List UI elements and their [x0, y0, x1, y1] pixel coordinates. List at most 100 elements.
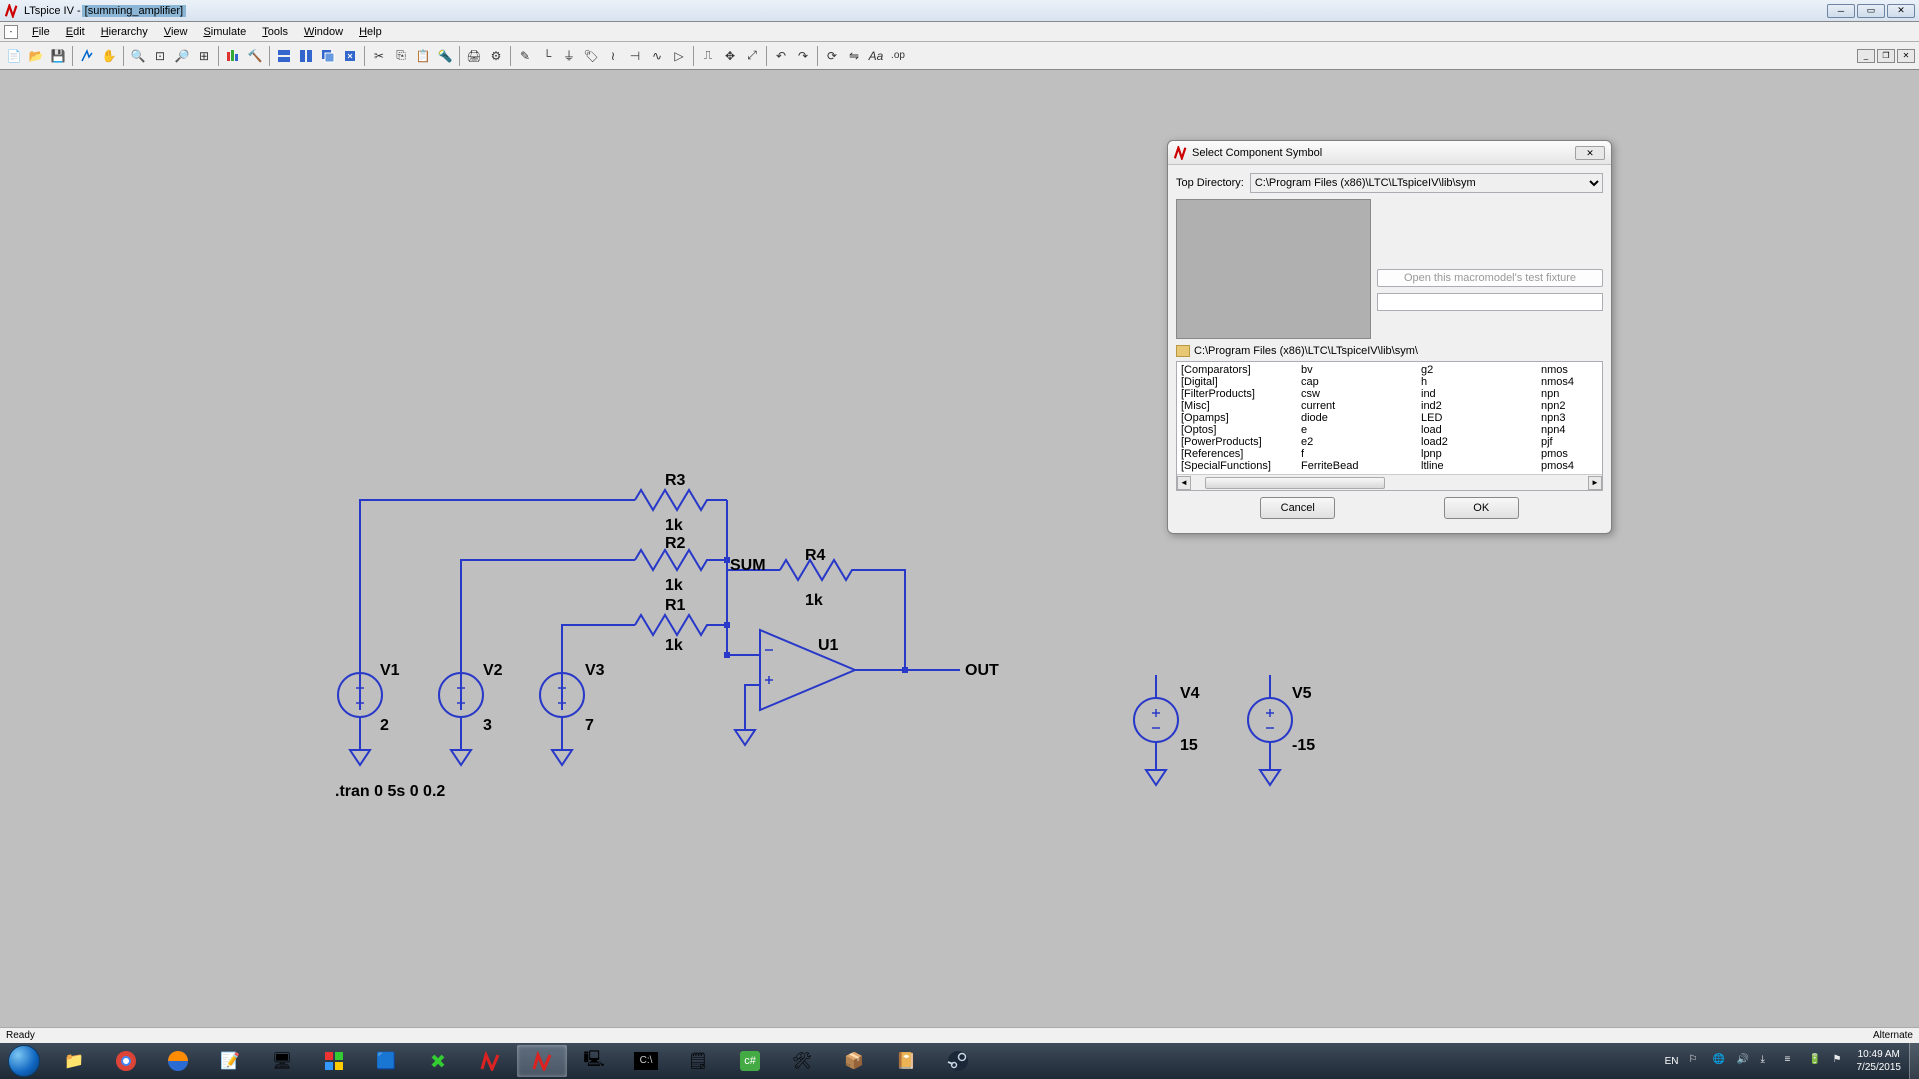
mdi-restore[interactable]: ❐: [1877, 49, 1895, 63]
list-item[interactable]: g2: [1421, 364, 1533, 376]
tool-zoom-out[interactable]: 🔎: [172, 46, 192, 66]
menu-edit[interactable]: Edit: [58, 24, 93, 40]
menu-help[interactable]: Help: [351, 24, 390, 40]
task-notepadpp[interactable]: 📝: [205, 1045, 255, 1077]
tray-bt-icon[interactable]: ≡: [1785, 1054, 1799, 1068]
mdi-menu-icon[interactable]: -: [4, 25, 18, 39]
task-steam[interactable]: [933, 1045, 983, 1077]
tool-netlabel[interactable]: 🏷: [581, 46, 601, 66]
tool-text[interactable]: Aa: [866, 46, 886, 66]
tool-inductor[interactable]: ∿: [647, 46, 667, 66]
list-item[interactable]: f: [1301, 448, 1413, 460]
tool-save[interactable]: 💾: [48, 46, 68, 66]
list-item[interactable]: [FilterProducts]: [1181, 388, 1293, 400]
tool-halt[interactable]: ✋: [99, 46, 119, 66]
tray-action-center-icon[interactable]: ⚐: [1689, 1054, 1703, 1068]
close-button[interactable]: ✕: [1887, 4, 1915, 18]
minimize-button[interactable]: ─: [1827, 4, 1855, 18]
tool-run[interactable]: [77, 46, 97, 66]
list-item[interactable]: cap: [1301, 376, 1413, 388]
task-app-blue[interactable]: 🟦: [361, 1045, 411, 1077]
task-ltspice[interactable]: [517, 1045, 567, 1077]
list-item[interactable]: [Misc]: [1181, 400, 1293, 412]
tool-diode[interactable]: ▷: [669, 46, 689, 66]
task-tiles[interactable]: [309, 1045, 359, 1077]
tool-undo[interactable]: ↶: [771, 46, 791, 66]
task-cmd[interactable]: C:\: [621, 1045, 671, 1077]
show-desktop-button[interactable]: [1909, 1043, 1919, 1079]
tool-print[interactable]: 🖨: [464, 46, 484, 66]
task-csharp[interactable]: c#: [725, 1045, 775, 1077]
tool-print-setup[interactable]: ⚙: [486, 46, 506, 66]
tool-rotate[interactable]: ⟳: [822, 46, 842, 66]
task-sticky[interactable]: 🗒: [673, 1045, 723, 1077]
list-item[interactable]: pjf: [1541, 436, 1602, 448]
tool-zoom-fit[interactable]: ⊞: [194, 46, 214, 66]
task-app-red[interactable]: [465, 1045, 515, 1077]
list-item[interactable]: load: [1421, 424, 1533, 436]
list-item[interactable]: [Comparators]: [1181, 364, 1293, 376]
menu-tools[interactable]: Tools: [254, 24, 296, 40]
task-monitor[interactable]: 🖥: [257, 1045, 307, 1077]
tool-cut[interactable]: ✂: [369, 46, 389, 66]
schematic-canvas[interactable]: R3 1k R2 1k R1 1k R4 1k SUM OUT U1 V1 2 …: [0, 70, 1919, 1029]
list-item[interactable]: [Opamps]: [1181, 412, 1293, 424]
list-item[interactable]: current: [1301, 400, 1413, 412]
tool-close-win[interactable]: [340, 46, 360, 66]
tool-new-file[interactable]: 📄: [4, 46, 24, 66]
list-item[interactable]: e: [1301, 424, 1413, 436]
tool-zoom-in[interactable]: 🔍: [128, 46, 148, 66]
tool-cascade[interactable]: [318, 46, 338, 66]
list-item[interactable]: h: [1421, 376, 1533, 388]
mdi-close[interactable]: ✕: [1897, 49, 1915, 63]
task-explorer[interactable]: 📁: [49, 1045, 99, 1077]
tool-draw-pencil[interactable]: ✎: [515, 46, 535, 66]
cancel-button[interactable]: Cancel: [1260, 497, 1335, 519]
tool-find[interactable]: 🔦: [435, 46, 455, 66]
task-app-green[interactable]: [413, 1045, 463, 1077]
list-item[interactable]: npn: [1541, 388, 1602, 400]
tool-open-file[interactable]: 📂: [26, 46, 46, 66]
tool-component[interactable]: ⎍: [698, 46, 718, 66]
tray-lang[interactable]: EN: [1665, 1056, 1679, 1067]
menu-view[interactable]: View: [156, 24, 196, 40]
list-item[interactable]: npn4: [1541, 424, 1602, 436]
list-item[interactable]: pmos: [1541, 448, 1602, 460]
ok-button[interactable]: OK: [1444, 497, 1519, 519]
menu-hierarchy[interactable]: Hierarchy: [93, 24, 156, 40]
tray-power-icon[interactable]: 🔋: [1809, 1054, 1823, 1068]
list-item[interactable]: [References]: [1181, 448, 1293, 460]
list-item[interactable]: pmos4: [1541, 460, 1602, 472]
list-item[interactable]: [SpecialFunctions]: [1181, 460, 1293, 472]
tray-volume-icon[interactable]: 🔊: [1737, 1054, 1751, 1068]
list-item[interactable]: lpnp: [1421, 448, 1533, 460]
menu-simulate[interactable]: Simulate: [195, 24, 254, 40]
tool-resistor[interactable]: ≀: [603, 46, 623, 66]
tool-copy[interactable]: ⎘: [391, 46, 411, 66]
list-item[interactable]: nmos4: [1541, 376, 1602, 388]
mdi-minimize[interactable]: _: [1857, 49, 1875, 63]
tool-wire[interactable]: └: [537, 46, 557, 66]
task-firefox[interactable]: [153, 1045, 203, 1077]
component-list[interactable]: [Comparators][Digital][FilterProducts][M…: [1176, 361, 1603, 491]
task-box[interactable]: 📦: [829, 1045, 879, 1077]
tool-zoom-pan[interactable]: ⊡: [150, 46, 170, 66]
list-item[interactable]: bv: [1301, 364, 1413, 376]
start-button[interactable]: [0, 1043, 48, 1079]
tool-paste[interactable]: 📋: [413, 46, 433, 66]
task-tools[interactable]: 🛠: [777, 1045, 827, 1077]
list-item[interactable]: diode: [1301, 412, 1413, 424]
list-item[interactable]: [PowerProducts]: [1181, 436, 1293, 448]
list-item[interactable]: ltline: [1421, 460, 1533, 472]
open-test-fixture-button[interactable]: Open this macromodel's test fixture: [1377, 269, 1603, 287]
tool-tile-v[interactable]: [296, 46, 316, 66]
top-directory-select[interactable]: C:\Program Files (x86)\LTC\LTspiceIV\lib…: [1250, 173, 1603, 193]
task-chrome[interactable]: [101, 1045, 151, 1077]
tool-capacitor[interactable]: ⊣: [625, 46, 645, 66]
list-item[interactable]: e2: [1301, 436, 1413, 448]
component-name-input[interactable]: [1377, 293, 1603, 311]
list-item[interactable]: load2: [1421, 436, 1533, 448]
task-notes2[interactable]: 📔: [881, 1045, 931, 1077]
tool-redo[interactable]: ↷: [793, 46, 813, 66]
list-item[interactable]: nmos: [1541, 364, 1602, 376]
